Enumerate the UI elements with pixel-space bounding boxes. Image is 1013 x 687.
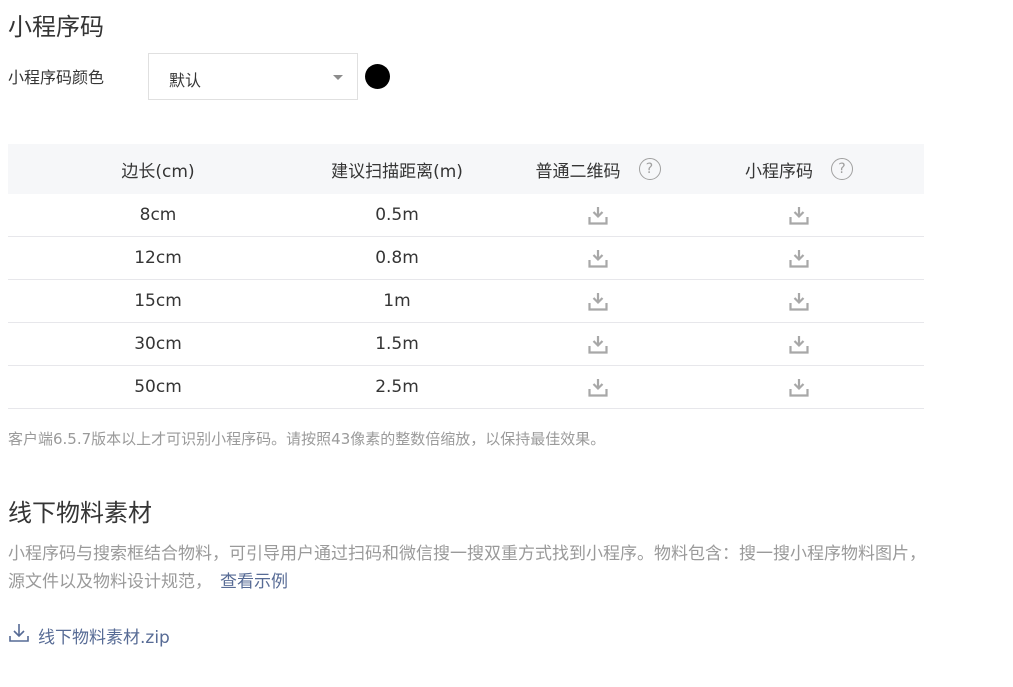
table-row: 12cm 0.8m — [8, 237, 924, 280]
materials-description: 小程序码与搜索框结合物料，可引导用户通过扫码和微信搜一搜双重方式找到小程序。物料… — [8, 540, 928, 596]
cell-side: 30cm — [8, 334, 308, 354]
download-icon[interactable] — [587, 376, 609, 398]
size-table: 边长(cm) 建议扫描距离(m) 普通二维码 ? 小程序码 ? 8cm 0.5m 1… — [8, 144, 924, 409]
cell-qrcode-download — [486, 247, 710, 269]
zip-label: 线下物料素材.zip — [38, 627, 170, 648]
side-value: 50cm — [134, 377, 182, 397]
side-value: 15cm — [134, 291, 182, 311]
download-icon[interactable] — [587, 247, 609, 269]
color-swatch[interactable] — [365, 64, 390, 89]
cell-miniprogram-download — [710, 247, 888, 269]
cell-side: 12cm — [8, 248, 308, 268]
download-icon[interactable] — [788, 247, 810, 269]
table-header: 边长(cm) 建议扫描距离(m) 普通二维码 ? 小程序码 ? — [8, 144, 924, 194]
cell-distance: 1.5m — [308, 334, 486, 354]
cell-qrcode-download — [486, 290, 710, 312]
view-example-link[interactable]: 查看示例 — [220, 572, 288, 592]
download-icon[interactable] — [788, 204, 810, 226]
side-value: 30cm — [134, 334, 182, 354]
distance-value: 2.5m — [375, 377, 419, 397]
page-title: 小程序码 — [8, 13, 104, 41]
chevron-down-icon — [333, 75, 343, 80]
cell-distance: 1m — [308, 291, 486, 311]
help-icon[interactable]: ? — [831, 158, 853, 180]
cell-distance: 0.8m — [308, 248, 486, 268]
header-side: 边长(cm) — [8, 157, 308, 182]
header-miniprogram: 小程序码 ? — [710, 157, 888, 182]
download-icon[interactable] — [788, 333, 810, 355]
download-zip-link[interactable]: 线下物料素材.zip — [8, 622, 170, 648]
header-distance: 建议扫描距离(m) — [308, 157, 486, 182]
cell-qrcode-download — [486, 204, 710, 226]
download-icon — [8, 622, 30, 648]
download-icon[interactable] — [788, 290, 810, 312]
cell-qrcode-download — [486, 333, 710, 355]
cell-miniprogram-download — [710, 204, 888, 226]
cell-distance: 0.5m — [308, 205, 486, 225]
side-value: 12cm — [134, 248, 182, 268]
download-icon[interactable] — [587, 333, 609, 355]
distance-value: 0.8m — [375, 248, 419, 268]
side-value: 8cm — [139, 205, 177, 225]
cell-miniprogram-download — [710, 376, 888, 398]
distance-value: 1m — [383, 291, 411, 311]
header-distance-label: 建议扫描距离(m) — [331, 161, 463, 182]
color-setting-row: 小程序码颜色 默认 — [8, 53, 408, 101]
version-note: 客户端6.5.7版本以上才可识别小程序码。请按照43像素的整数倍缩放，以保持最佳… — [8, 430, 606, 448]
download-icon[interactable] — [788, 376, 810, 398]
distance-value: 1.5m — [375, 334, 419, 354]
cell-side: 15cm — [8, 291, 308, 311]
header-miniprogram-label: 小程序码 — [745, 161, 813, 182]
table-row: 30cm 1.5m — [8, 323, 924, 366]
table-row: 8cm 0.5m — [8, 194, 924, 237]
color-select[interactable]: 默认 — [148, 53, 358, 100]
download-icon[interactable] — [587, 290, 609, 312]
header-side-label: 边长(cm) — [121, 161, 195, 182]
description-text: 小程序码与搜索框结合物料，可引导用户通过扫码和微信搜一搜双重方式找到小程序。物料… — [8, 544, 926, 592]
cell-miniprogram-download — [710, 333, 888, 355]
color-select-value: 默认 — [169, 71, 202, 90]
table-row: 15cm 1m — [8, 280, 924, 323]
header-qrcode: 普通二维码 ? — [486, 157, 710, 182]
table-row: 50cm 2.5m — [8, 366, 924, 409]
help-icon[interactable]: ? — [638, 158, 661, 180]
section-title: 线下物料素材 — [8, 499, 152, 527]
cell-distance: 2.5m — [308, 377, 486, 397]
download-icon[interactable] — [587, 204, 609, 226]
cell-qrcode-download — [486, 376, 710, 398]
cell-miniprogram-download — [710, 290, 888, 312]
distance-value: 0.5m — [375, 205, 419, 225]
color-label: 小程序码颜色 — [8, 68, 105, 87]
cell-side: 50cm — [8, 377, 308, 397]
cell-side: 8cm — [8, 205, 308, 225]
header-qrcode-label: 普通二维码 — [535, 161, 621, 182]
